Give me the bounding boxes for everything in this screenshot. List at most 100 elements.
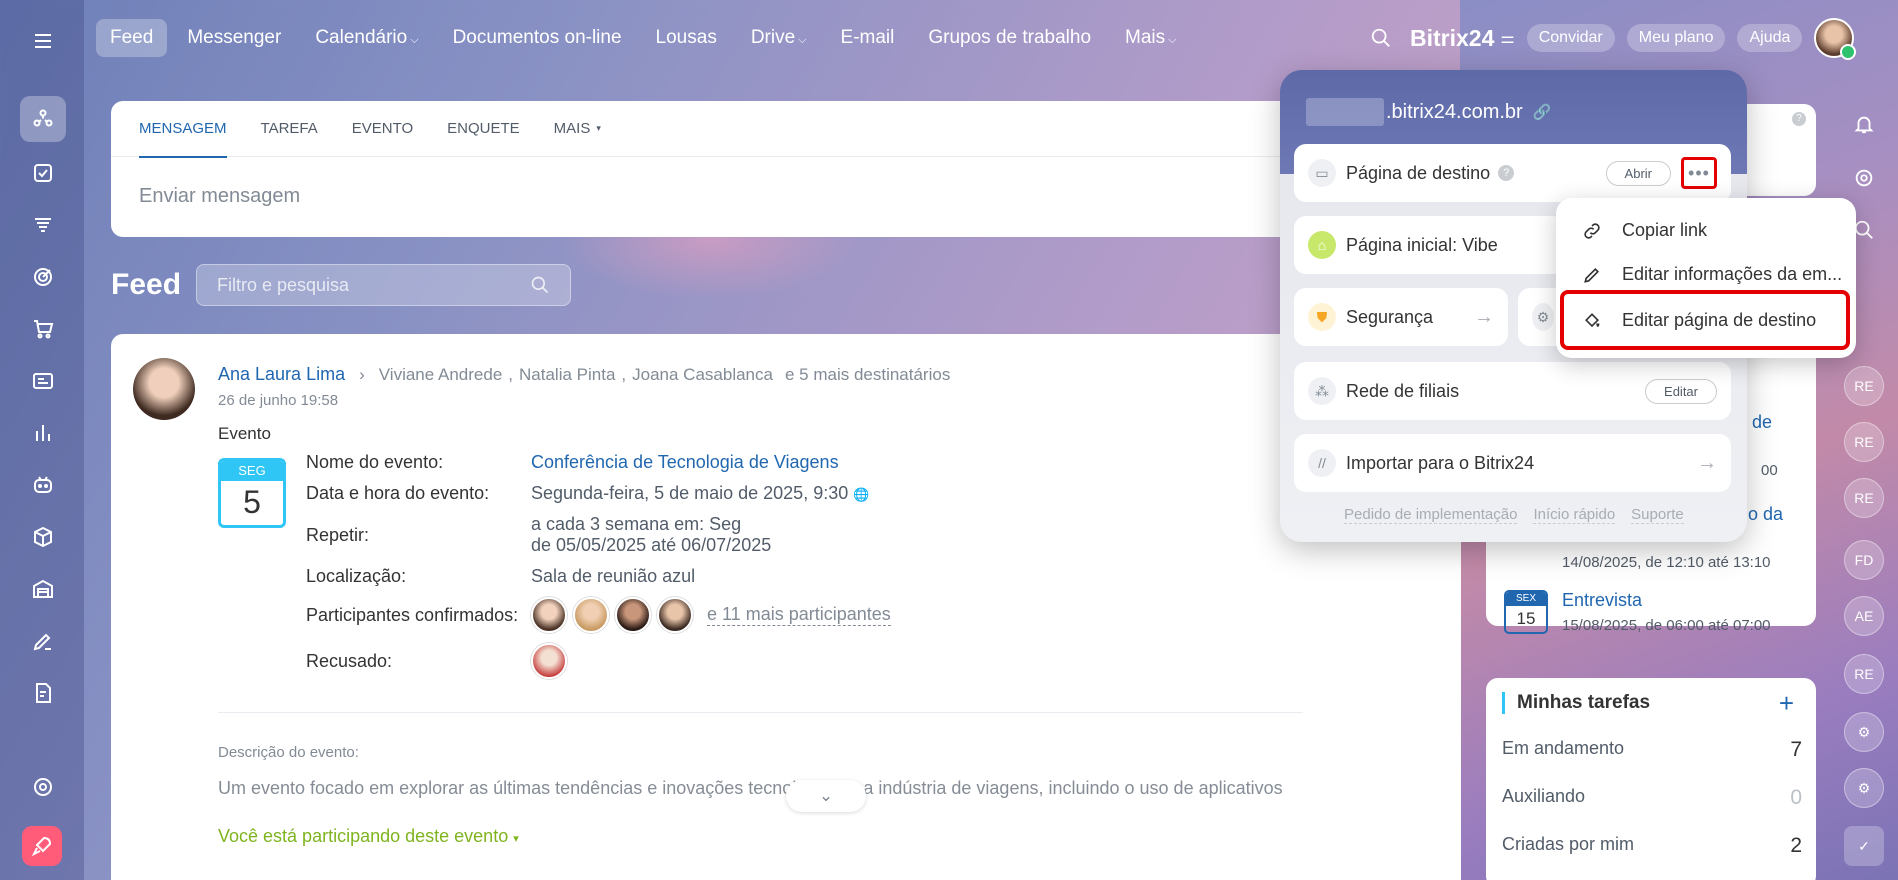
- documents-icon[interactable]: [20, 670, 66, 716]
- post-header: Ana Laura Lima › Viviane Andrede, Natali…: [218, 364, 950, 385]
- implementation-link[interactable]: Pedido de implementação: [1344, 506, 1518, 524]
- chat-avatar[interactable]: FD: [1844, 540, 1884, 580]
- declined-avatar[interactable]: [531, 643, 567, 679]
- participant-avatar[interactable]: [573, 597, 609, 633]
- message-input[interactable]: Enviar mensagem: [111, 157, 1301, 236]
- warehouse-icon[interactable]: [20, 566, 66, 612]
- expand-chevron-icon[interactable]: ⌄: [786, 780, 866, 812]
- participation-status[interactable]: Você está participando deste evento ▾: [218, 826, 519, 847]
- checklist-icon[interactable]: ✓: [1844, 826, 1884, 866]
- security-row[interactable]: ⛊ Segurança →: [1294, 288, 1508, 346]
- rocket-icon[interactable]: [22, 826, 62, 866]
- copilot-icon[interactable]: [20, 462, 66, 508]
- event-name[interactable]: Entrevista: [1562, 590, 1771, 611]
- participant-avatar[interactable]: [531, 597, 567, 633]
- cart-icon[interactable]: [20, 306, 66, 352]
- invite-button[interactable]: Convidar: [1526, 24, 1615, 52]
- recipient[interactable]: Natalia Pinta: [519, 365, 615, 385]
- nav-calendar[interactable]: Calendário ⌵: [301, 19, 432, 57]
- my-plan-button[interactable]: Meu plano: [1626, 24, 1726, 52]
- calendar-day: 5: [243, 484, 261, 520]
- brand-logo[interactable]: Bitrix24: [1410, 25, 1494, 52]
- crm-funnel-icon[interactable]: [20, 202, 66, 248]
- page-title: Feed: [111, 268, 182, 301]
- recipient[interactable]: Viviane Andrede: [379, 365, 503, 385]
- menu-label: Editar informações da em...: [1622, 264, 1843, 284]
- tab-event[interactable]: EVENTO: [352, 101, 413, 157]
- nav-email[interactable]: E-mail: [827, 19, 909, 57]
- more-participants-link[interactable]: e 11 mais participantes: [707, 604, 891, 626]
- author-name[interactable]: Ana Laura Lima: [218, 364, 345, 385]
- portal-domain[interactable]: .bitrix24.com.br 🔗: [1306, 98, 1551, 126]
- sign-icon[interactable]: [20, 618, 66, 664]
- search-icon[interactable]: [1370, 27, 1392, 49]
- tab-message[interactable]: MENSAGEM: [139, 101, 227, 158]
- inventory-box-icon[interactable]: [20, 514, 66, 560]
- event-name-link[interactable]: Conferência de Tecnologia de Viagens: [531, 452, 839, 473]
- chat-avatar[interactable]: RE: [1844, 478, 1884, 518]
- import-row[interactable]: // Importar para o Bitrix24 →: [1294, 434, 1731, 492]
- nav-boards[interactable]: Lousas: [642, 19, 731, 57]
- upcoming-event[interactable]: SEX 15 Entrevista 15/08/2025, de 06:00 a…: [1504, 590, 1771, 634]
- nav-more[interactable]: Mais ⌵: [1111, 19, 1190, 57]
- nav-drive-label: Drive: [750, 27, 796, 48]
- add-task-icon[interactable]: +: [1779, 688, 1794, 719]
- support-link[interactable]: Suporte: [1631, 506, 1684, 524]
- chat-avatar[interactable]: RE: [1844, 654, 1884, 694]
- analytics-icon[interactable]: [20, 410, 66, 456]
- more-recipients[interactable]: e 5 mais destinatários: [785, 365, 950, 385]
- open-button[interactable]: Abrir: [1605, 160, 1671, 186]
- help-icon[interactable]: ?: [1792, 112, 1806, 126]
- task-row[interactable]: Criadas por mim 2: [1502, 834, 1802, 858]
- settings-icon[interactable]: [20, 764, 66, 810]
- tab-more[interactable]: MAIS ▾: [554, 101, 601, 157]
- nav-online-docs[interactable]: Documentos on-line: [439, 19, 636, 57]
- help-icon[interactable]: ?: [1498, 165, 1515, 181]
- nav-workgroups[interactable]: Grupos de trabalho: [914, 19, 1105, 57]
- nav-drive[interactable]: Drive ⌵: [737, 19, 821, 57]
- nav-messenger[interactable]: Messenger: [173, 19, 295, 57]
- task-count: 7: [1790, 738, 1802, 761]
- help-button[interactable]: Ajuda: [1737, 24, 1803, 52]
- homepage-row[interactable]: ⌂ Página inicial: Vibe: [1294, 216, 1564, 274]
- quick-start-link[interactable]: Início rápido: [1533, 506, 1616, 524]
- goals-icon[interactable]: [20, 254, 66, 300]
- link-icon[interactable]: 🔗: [1533, 103, 1552, 121]
- import-icon: //: [1308, 449, 1336, 477]
- tab-more-label: MAIS: [553, 120, 591, 137]
- feed-icon[interactable]: [20, 96, 66, 142]
- tasks-icon[interactable]: [20, 150, 66, 196]
- location-value: Sala de reunião azul: [531, 566, 696, 586]
- tasks-title[interactable]: Minhas tarefas: [1502, 692, 1650, 714]
- event-title-partial-2[interactable]: o da: [1748, 504, 1783, 525]
- group-chat-icon[interactable]: ⚙: [1844, 768, 1884, 808]
- post-date[interactable]: 26 de junho 19:58: [218, 392, 338, 409]
- recipient[interactable]: Joana Casablanca: [632, 365, 773, 385]
- sites-icon[interactable]: [20, 358, 66, 404]
- participant-avatar[interactable]: [615, 597, 651, 633]
- filter-search-input[interactable]: Filtro e pesquisa: [196, 264, 571, 306]
- tab-poll[interactable]: ENQUETE: [447, 101, 520, 157]
- tab-task[interactable]: TAREFA: [261, 101, 318, 157]
- group-chat-icon[interactable]: ⚙: [1844, 712, 1884, 752]
- filter-placeholder: Filtro e pesquisa: [217, 274, 350, 295]
- copilot-chat-icon[interactable]: [1844, 158, 1884, 198]
- chat-avatar[interactable]: RE: [1844, 422, 1884, 462]
- author-avatar[interactable]: [133, 358, 195, 420]
- menu-icon[interactable]: [20, 18, 66, 64]
- participant-avatar[interactable]: [657, 597, 693, 633]
- task-row[interactable]: Auxiliando 0: [1502, 786, 1802, 810]
- chat-avatar[interactable]: AE: [1844, 596, 1884, 636]
- event-title-partial[interactable]: de: [1752, 412, 1772, 433]
- edit-button[interactable]: Editar: [1645, 378, 1717, 404]
- bell-icon[interactable]: [1844, 104, 1884, 144]
- task-row[interactable]: Em andamento 7: [1502, 738, 1802, 762]
- nav-feed[interactable]: Feed: [96, 19, 168, 57]
- menu-copy-link[interactable]: Copiar link: [1582, 220, 1707, 241]
- more-dots-icon[interactable]: •••: [1681, 157, 1717, 189]
- chat-avatar[interactable]: RE: [1844, 366, 1884, 406]
- menu-edit-company-info[interactable]: Editar informações da em...: [1582, 264, 1842, 285]
- branches-row[interactable]: ⁂ Rede de filiais Editar: [1294, 362, 1731, 420]
- landing-page-row[interactable]: ▭ Página de destino ? Abrir •••: [1294, 144, 1731, 202]
- portal-settings-icon[interactable]: ⚌: [1500, 28, 1514, 48]
